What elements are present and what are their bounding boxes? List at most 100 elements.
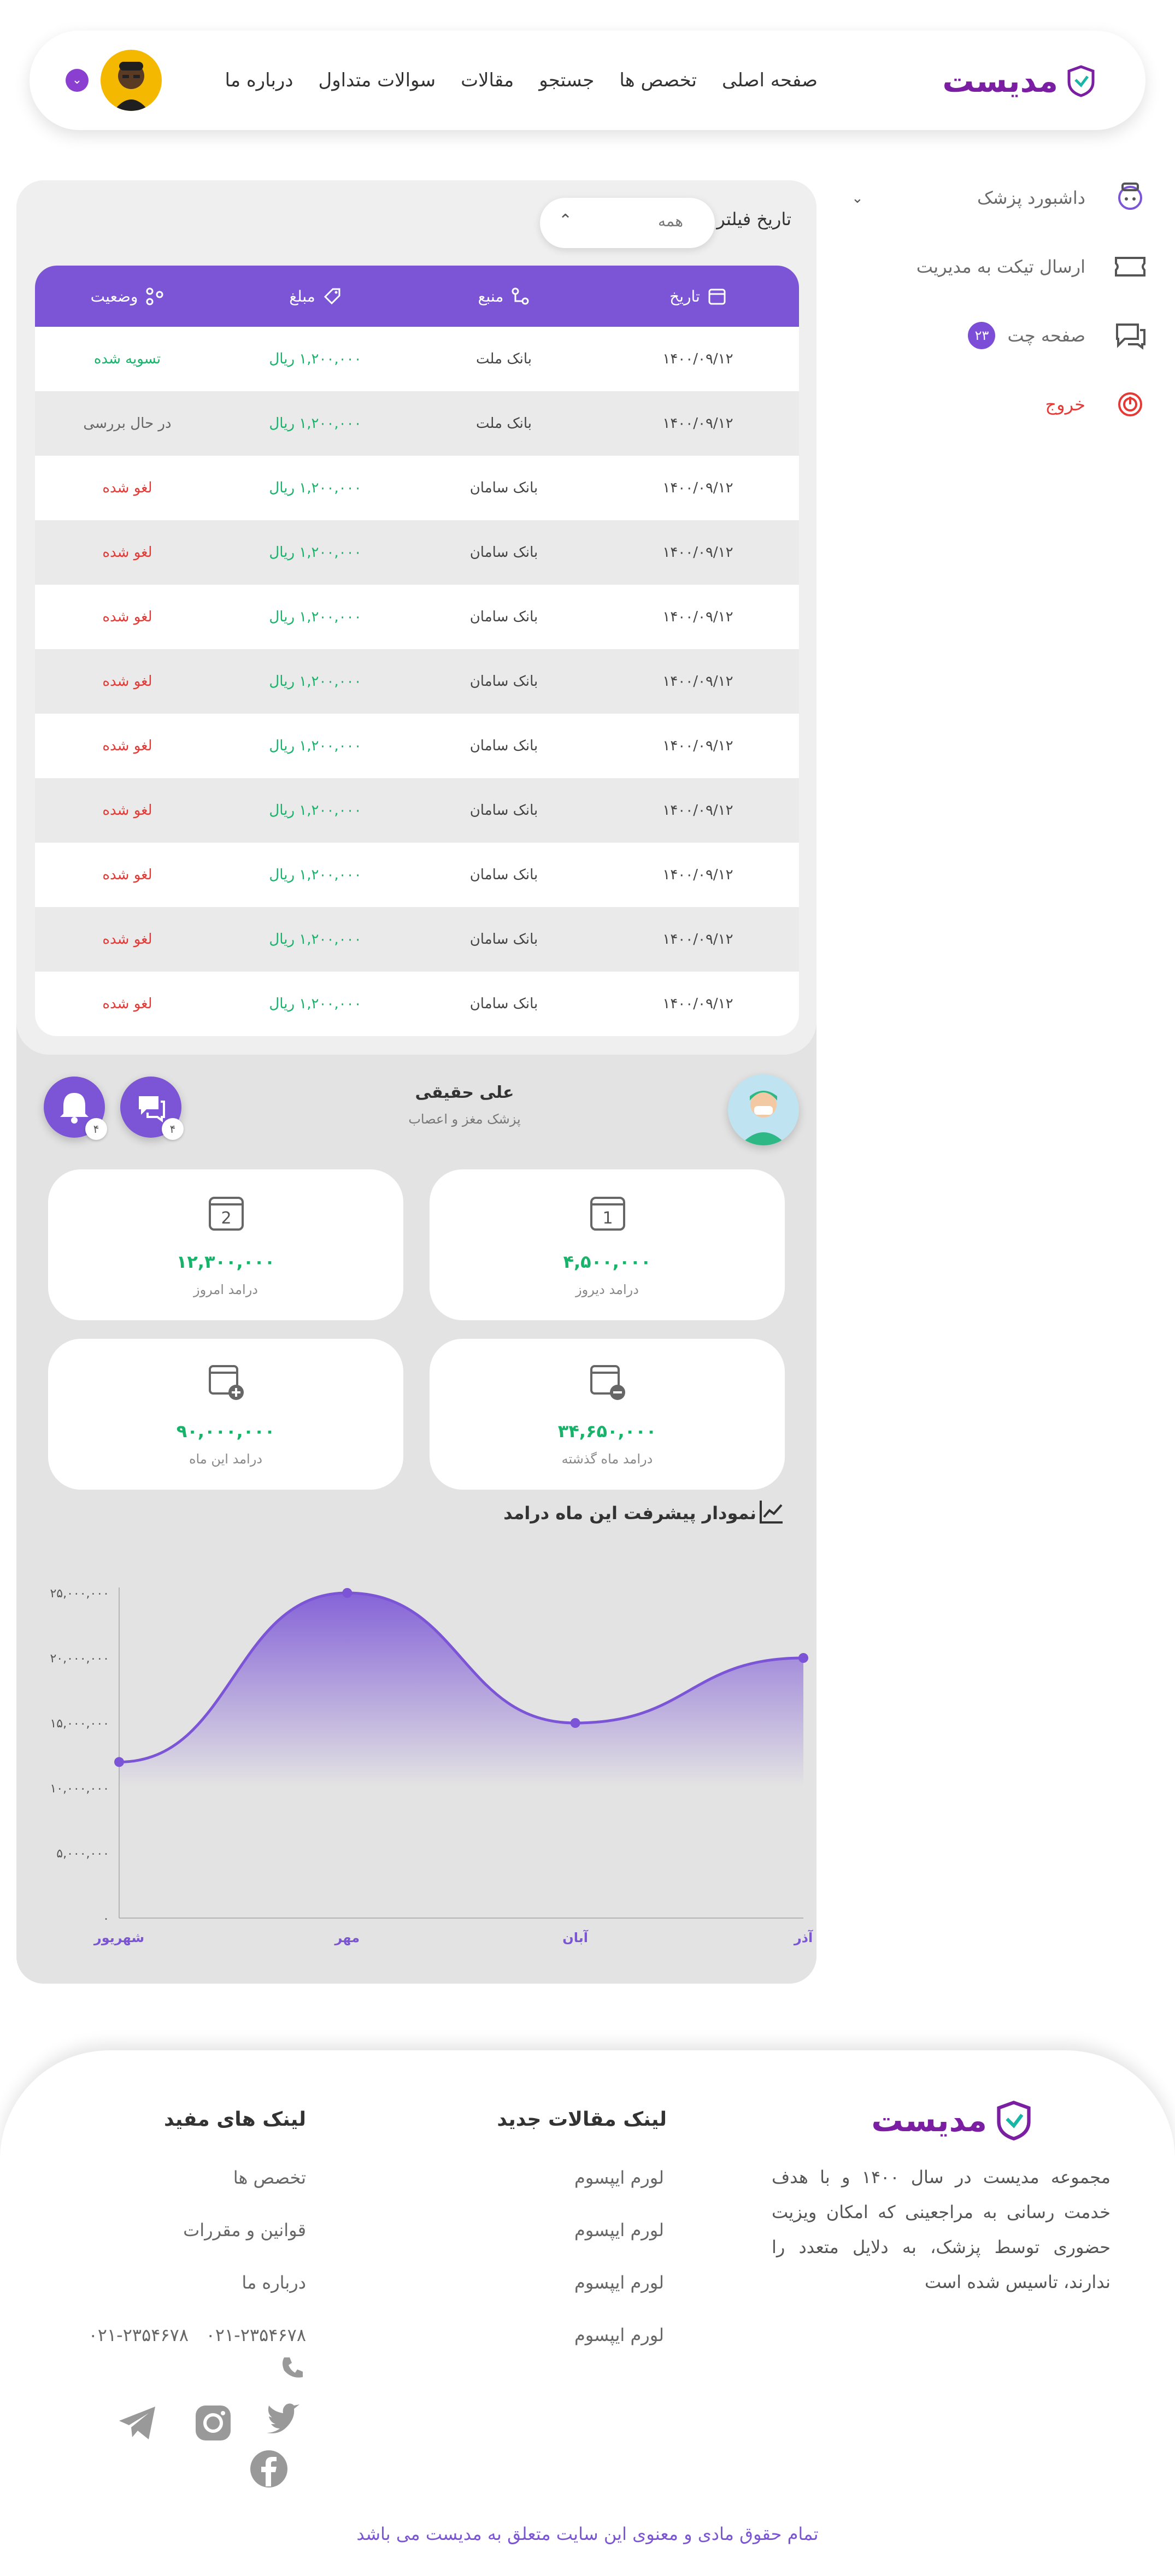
stat-label: درامد ماه گذشته <box>561 1451 653 1467</box>
doctor-name: علی حقیقی <box>415 1083 514 1102</box>
footer-phone[interactable]: ۰۲۱-۲۳۵۴۶۷۸ <box>206 2325 306 2345</box>
y-tick-label: ۱۵,۰۰۰,۰۰۰ <box>50 1717 109 1731</box>
doctor-avatar[interactable] <box>728 1074 799 1145</box>
y-tick-label: ۰ <box>103 1912 109 1926</box>
notifications-button[interactable]: ۴ <box>44 1077 107 1140</box>
transactions-table: تاریخ منبع مبلغ وضعیت ۱۴۰۰/۰۹/۱۲ بانک ملت… <box>35 266 799 1036</box>
x-tick-label: شهریور <box>93 1930 144 1945</box>
instagram-icon[interactable] <box>191 2401 235 2445</box>
sidebar-item-label: خروج <box>1045 394 1085 415</box>
stat-label: درامد این ماه <box>189 1451 262 1467</box>
footer-useful-link[interactable]: قوانین و مقررات <box>183 2220 306 2240</box>
cell-status: لغو شده <box>102 673 152 690</box>
user-menu-chevron-icon[interactable]: ⌄ <box>66 69 89 92</box>
column-date[interactable]: تاریخ <box>597 287 799 305</box>
cell-date: ۱۴۰۰/۰۹/۱۲ <box>662 673 733 690</box>
chat-icon <box>1113 318 1148 353</box>
series-area <box>119 1593 803 1787</box>
y-tick-label: ۲۰,۰۰۰,۰۰۰ <box>50 1652 109 1666</box>
cell-source: بانک ملت <box>476 351 532 367</box>
cell-date: ۱۴۰۰/۰۹/۱۲ <box>662 931 733 948</box>
footer-article-link[interactable]: لورم ایپسوم <box>574 2220 664 2240</box>
cell-source: بانک سامان <box>469 673 538 690</box>
cell-status: لغو شده <box>102 544 152 561</box>
chart-title: نمودار پیشرفت این ماه درامد <box>503 1503 756 1524</box>
svg-text:2: 2 <box>221 1209 231 1228</box>
nav-home[interactable]: صفحه اصلی <box>722 69 818 91</box>
brand-name: مدیست <box>942 62 1058 99</box>
y-tick-label: ۵,۰۰۰,۰۰۰ <box>56 1847 109 1861</box>
footer-brand[interactable]: مدیست <box>871 2099 1033 2141</box>
chat-count-badge: ۲۳ <box>968 322 996 349</box>
cell-amount: ۱,۲۰۰,۰۰۰ ریال <box>269 544 362 561</box>
data-point[interactable] <box>570 1718 580 1728</box>
x-tick-label: مهر <box>334 1930 360 1945</box>
table-row: ۱۴۰۰/۰۹/۱۲ بانک سامان ۱,۲۰۰,۰۰۰ ریال لغو شد… <box>35 907 799 972</box>
sidebar-item-ticket[interactable]: ارسال تیکت به مدیریت <box>842 249 1148 284</box>
facebook-icon[interactable] <box>247 2447 291 2491</box>
cell-source: بانک سامان <box>469 996 538 1012</box>
column-amount[interactable]: مبلغ <box>220 287 411 305</box>
cell-status: لغو شده <box>102 867 152 883</box>
footer-brand-name: مدیست <box>871 2102 987 2139</box>
y-tick-label: ۲۵,۰۰۰,۰۰۰ <box>50 1587 109 1601</box>
footer-articles-title: لینک مقالات جدید <box>497 2108 667 2131</box>
user-avatar[interactable] <box>101 50 162 111</box>
stat-value: ۳۴,۶۵۰,۰۰۰ <box>557 1421 657 1442</box>
chat-button[interactable]: ۴ <box>120 1077 184 1140</box>
footer-useful-link[interactable]: درباره ما <box>242 2272 306 2293</box>
main-nav: صفحه اصلی تخصص ها جستجو مقالات سوالات مت… <box>225 31 818 130</box>
data-point[interactable] <box>798 1653 808 1663</box>
calendar-icon <box>708 289 726 305</box>
column-label: مبلغ <box>289 287 315 305</box>
table-row: ۱۴۰۰/۰۹/۱۲ بانک سامان ۱,۲۰۰,۰۰۰ ریال لغو شد… <box>35 456 799 520</box>
footer-article-link[interactable]: لورم ایپسوم <box>574 2167 664 2188</box>
brand-shield-icon <box>997 2101 1031 2141</box>
cell-date: ۱۴۰۰/۰۹/۱۲ <box>662 480 733 496</box>
date-filter-select[interactable]: همه ⌃ <box>540 198 715 248</box>
cell-date: ۱۴۰۰/۰۹/۱۲ <box>662 738 733 754</box>
cell-source: بانک سامان <box>469 931 538 948</box>
data-point[interactable] <box>342 1588 352 1598</box>
nav-faq[interactable]: سوالات متداول <box>318 69 436 91</box>
stat-card-yesterday: 1 ۴,۵۰۰,۰۰۰ درامد دیروز <box>430 1169 785 1320</box>
sidebar-item-chat[interactable]: صفحه چت ۲۳ <box>842 318 1148 353</box>
sidebar-item-dashboard[interactable]: داشبورد پزشک ⌄ <box>842 180 1148 215</box>
cell-amount: ۱,۲۰۰,۰۰۰ ریال <box>269 996 362 1012</box>
nav-search[interactable]: جستجو <box>539 69 594 91</box>
sidebar-item-logout[interactable]: خروج <box>842 387 1148 422</box>
brand-logo[interactable]: مدیست <box>942 59 1096 103</box>
stat-label: درامد امروز <box>193 1282 258 1297</box>
nav-specialties[interactable]: تخصص ها <box>619 69 697 91</box>
doctor-icon <box>1113 180 1148 215</box>
cell-amount: ۱,۲۰۰,۰۰۰ ریال <box>269 480 362 496</box>
cell-source: بانک سامان <box>469 609 538 625</box>
footer-article-link[interactable]: لورم ایپسوم <box>574 2272 664 2293</box>
status-icon <box>146 287 163 305</box>
cell-date: ۱۴۰۰/۰۹/۱۲ <box>662 351 733 367</box>
column-source[interactable]: منبع <box>411 287 597 305</box>
table-row: ۱۴۰۰/۰۹/۱۲ بانک سامان ۱,۲۰۰,۰۰۰ ریال لغو شد… <box>35 649 799 714</box>
cell-amount: ۱,۲۰۰,۰۰۰ ریال <box>269 673 362 690</box>
cell-source: بانک سامان <box>469 738 538 754</box>
telegram-icon[interactable] <box>116 2401 160 2445</box>
chevron-down-icon[interactable]: ⌄ <box>851 190 863 207</box>
twitter-icon[interactable] <box>262 2400 306 2444</box>
nav-articles[interactable]: مقالات <box>461 69 514 91</box>
cell-date: ۱۴۰۰/۰۹/۱۲ <box>662 544 733 561</box>
cell-date: ۱۴۰۰/۰۹/۱۲ <box>662 867 733 883</box>
column-status[interactable]: وضعیت <box>35 287 220 305</box>
notifications-count-badge: ۴ <box>85 1118 107 1140</box>
footer-phone[interactable]: ۰۲۱-۲۳۵۴۶۷۸ <box>89 2325 189 2345</box>
chevron-up-icon: ⌃ <box>559 211 573 230</box>
footer-useful-link[interactable]: تخصص ها <box>233 2167 306 2188</box>
cell-source: بانک سامان <box>469 867 538 883</box>
income-chart: ۰ ۵,۰۰۰,۰۰۰ ۱۰,۰۰۰,۰۰۰ ۱۵,۰۰۰,۰۰۰ ۲۰,۰۰۰,۰۰۰… <box>50 1587 813 1945</box>
footer-article-link[interactable]: لورم ایپسوم <box>574 2325 664 2345</box>
data-point[interactable] <box>114 1757 124 1767</box>
footer-copyright: تمام حقوق مادی و معنوی این سایت متعلق به… <box>356 2524 819 2544</box>
nav-about[interactable]: درباره ما <box>225 69 293 91</box>
cell-status: لغو شده <box>102 996 152 1012</box>
stat-value: ۱۲,۳۰۰,۰۰۰ <box>176 1251 275 1272</box>
footer: مدیست مجموعه مدیست در سال ۱۴۰۰ و با هدف … <box>0 2050 1175 2576</box>
